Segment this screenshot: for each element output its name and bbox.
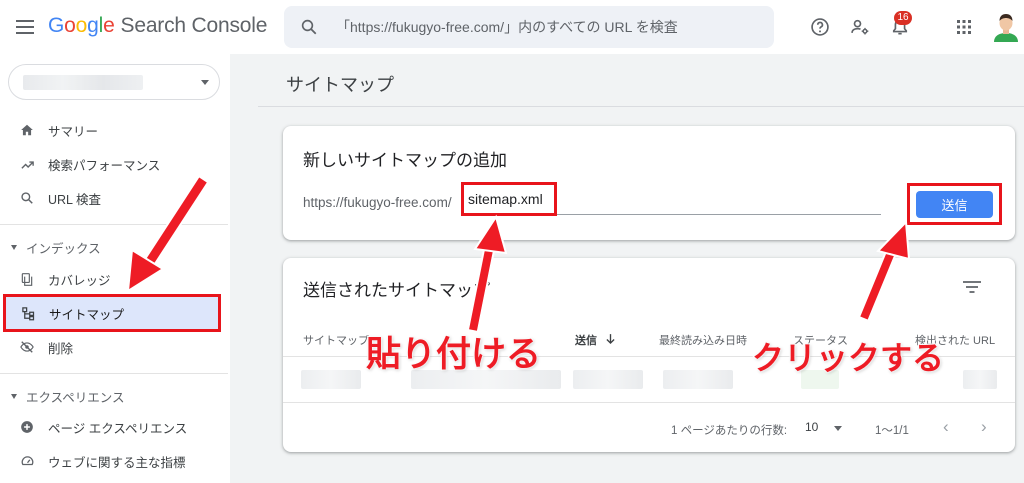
- notification-count-badge: 16: [894, 11, 912, 25]
- trending-up-icon: [19, 156, 35, 172]
- visibility-off-icon: [19, 339, 35, 355]
- url-prefix: https://fukugyo-free.com/: [303, 195, 452, 210]
- sidebar-item-label: 削除: [48, 341, 74, 356]
- rows-per-page-select[interactable]: 10: [805, 420, 818, 434]
- top-app-bar: GoogleSearch Console 16: [0, 0, 1024, 54]
- redacted-cell: [663, 370, 733, 389]
- redacted-cell: [963, 370, 997, 389]
- title-divider: [258, 106, 1024, 107]
- speed-gauge-icon: [19, 453, 35, 469]
- sidebar-item-coverage[interactable]: カバレッジ: [0, 262, 230, 296]
- annotation-click: クリックする: [751, 338, 945, 378]
- annotation-paste: 貼り付ける: [365, 334, 542, 376]
- sidebar-item-label: ページ エクスペリエンス: [48, 421, 188, 436]
- table-rule: [283, 402, 1015, 403]
- logo-letter: e: [103, 14, 115, 37]
- sidebar-item-label: サイトマップ: [49, 307, 125, 322]
- sidebar-item-core-web-vitals[interactable]: ウェブに関する主な指標: [0, 444, 230, 478]
- add-sitemap-card: 新しいサイトマップの追加 https://fukugyo-free.com/ 送…: [283, 126, 1015, 240]
- chevron-down-icon: [201, 80, 209, 85]
- file-copy-icon: [19, 271, 35, 287]
- pagination-range: 1〜1/1: [875, 425, 909, 437]
- sidebar-divider: [0, 373, 228, 374]
- sidebar-item-performance[interactable]: 検索パフォーマンス: [0, 147, 230, 181]
- collapse-triangle-icon: [11, 394, 17, 399]
- property-name-redacted: [23, 75, 143, 90]
- help-icon[interactable]: [808, 15, 832, 39]
- column-header-sitemap[interactable]: サイトマップ: [303, 332, 369, 348]
- page-title: サイトマップ: [286, 75, 394, 95]
- sidebar-item-label: サマリー: [48, 124, 99, 139]
- sitemap-icon: [20, 305, 36, 321]
- sidebar-section-index[interactable]: インデックス: [11, 238, 101, 257]
- sitemap-url-input[interactable]: [461, 182, 557, 216]
- column-header-submitted[interactable]: 送信: [575, 332, 615, 348]
- plus-circle-icon: [19, 419, 35, 435]
- section-label: エクスペリエンス: [26, 391, 125, 405]
- product-name: Search Console: [120, 14, 268, 37]
- logo-letter: g: [87, 14, 99, 37]
- sidebar-item-label: URL 検査: [48, 192, 102, 207]
- logo-letter: o: [75, 14, 88, 37]
- manage-users-icon[interactable]: [848, 15, 872, 39]
- rows-per-page-label: 1 ページあたりの行数:: [671, 425, 788, 437]
- chevron-down-icon[interactable]: [834, 426, 842, 431]
- next-page-icon[interactable]: ›: [981, 417, 987, 437]
- sidebar-item-sitemaps[interactable]: サイトマップ: [3, 294, 221, 332]
- menu-icon[interactable]: [16, 20, 34, 34]
- sidebar-item-removals[interactable]: 削除: [0, 330, 230, 364]
- section-label: インデックス: [26, 242, 101, 256]
- previous-page-icon[interactable]: ‹: [943, 417, 949, 437]
- search-console-logo[interactable]: Google Search Console: [48, 14, 267, 38]
- url-inspection-search[interactable]: [284, 6, 774, 48]
- column-header-last-read[interactable]: 最終読み込み日時: [659, 332, 747, 348]
- sidebar-item-label: 検索パフォーマンス: [48, 158, 161, 173]
- column-header-label: 送信: [575, 335, 597, 347]
- property-selector[interactable]: [8, 64, 220, 100]
- submit-button-highlight: 送信: [907, 183, 1002, 225]
- logo-letter: o: [64, 14, 76, 37]
- search-icon: [19, 190, 35, 206]
- redacted-cell: [573, 370, 643, 389]
- account-avatar[interactable]: [992, 12, 1020, 42]
- sidebar-divider: [0, 224, 228, 225]
- sidebar-section-experience[interactable]: エクスペリエンス: [11, 387, 125, 406]
- sidebar-item-label: カバレッジ: [48, 273, 111, 288]
- submit-button[interactable]: 送信: [916, 191, 993, 218]
- redacted-cell: [301, 370, 361, 389]
- sidebar-item-page-experience[interactable]: ページ エクスペリエンス: [0, 410, 230, 444]
- arrow-down-icon: [606, 334, 615, 345]
- search-input[interactable]: [336, 14, 756, 40]
- sidebar-item-label: ウェブに関する主な指標: [48, 455, 186, 470]
- submitted-sitemaps-title: 送信されたサイトマップ: [303, 281, 490, 300]
- sidebar-item-summary[interactable]: サマリー: [0, 113, 230, 147]
- apps-grid-icon[interactable]: [952, 15, 976, 39]
- collapse-triangle-icon: [11, 245, 17, 250]
- filter-icon[interactable]: [963, 281, 981, 293]
- add-sitemap-title: 新しいサイトマップの追加: [303, 151, 507, 170]
- logo-letter: G: [48, 14, 65, 37]
- search-icon: [301, 19, 317, 35]
- home-icon: [19, 122, 35, 138]
- sidebar-item-url-inspection[interactable]: URL 検査: [0, 181, 230, 215]
